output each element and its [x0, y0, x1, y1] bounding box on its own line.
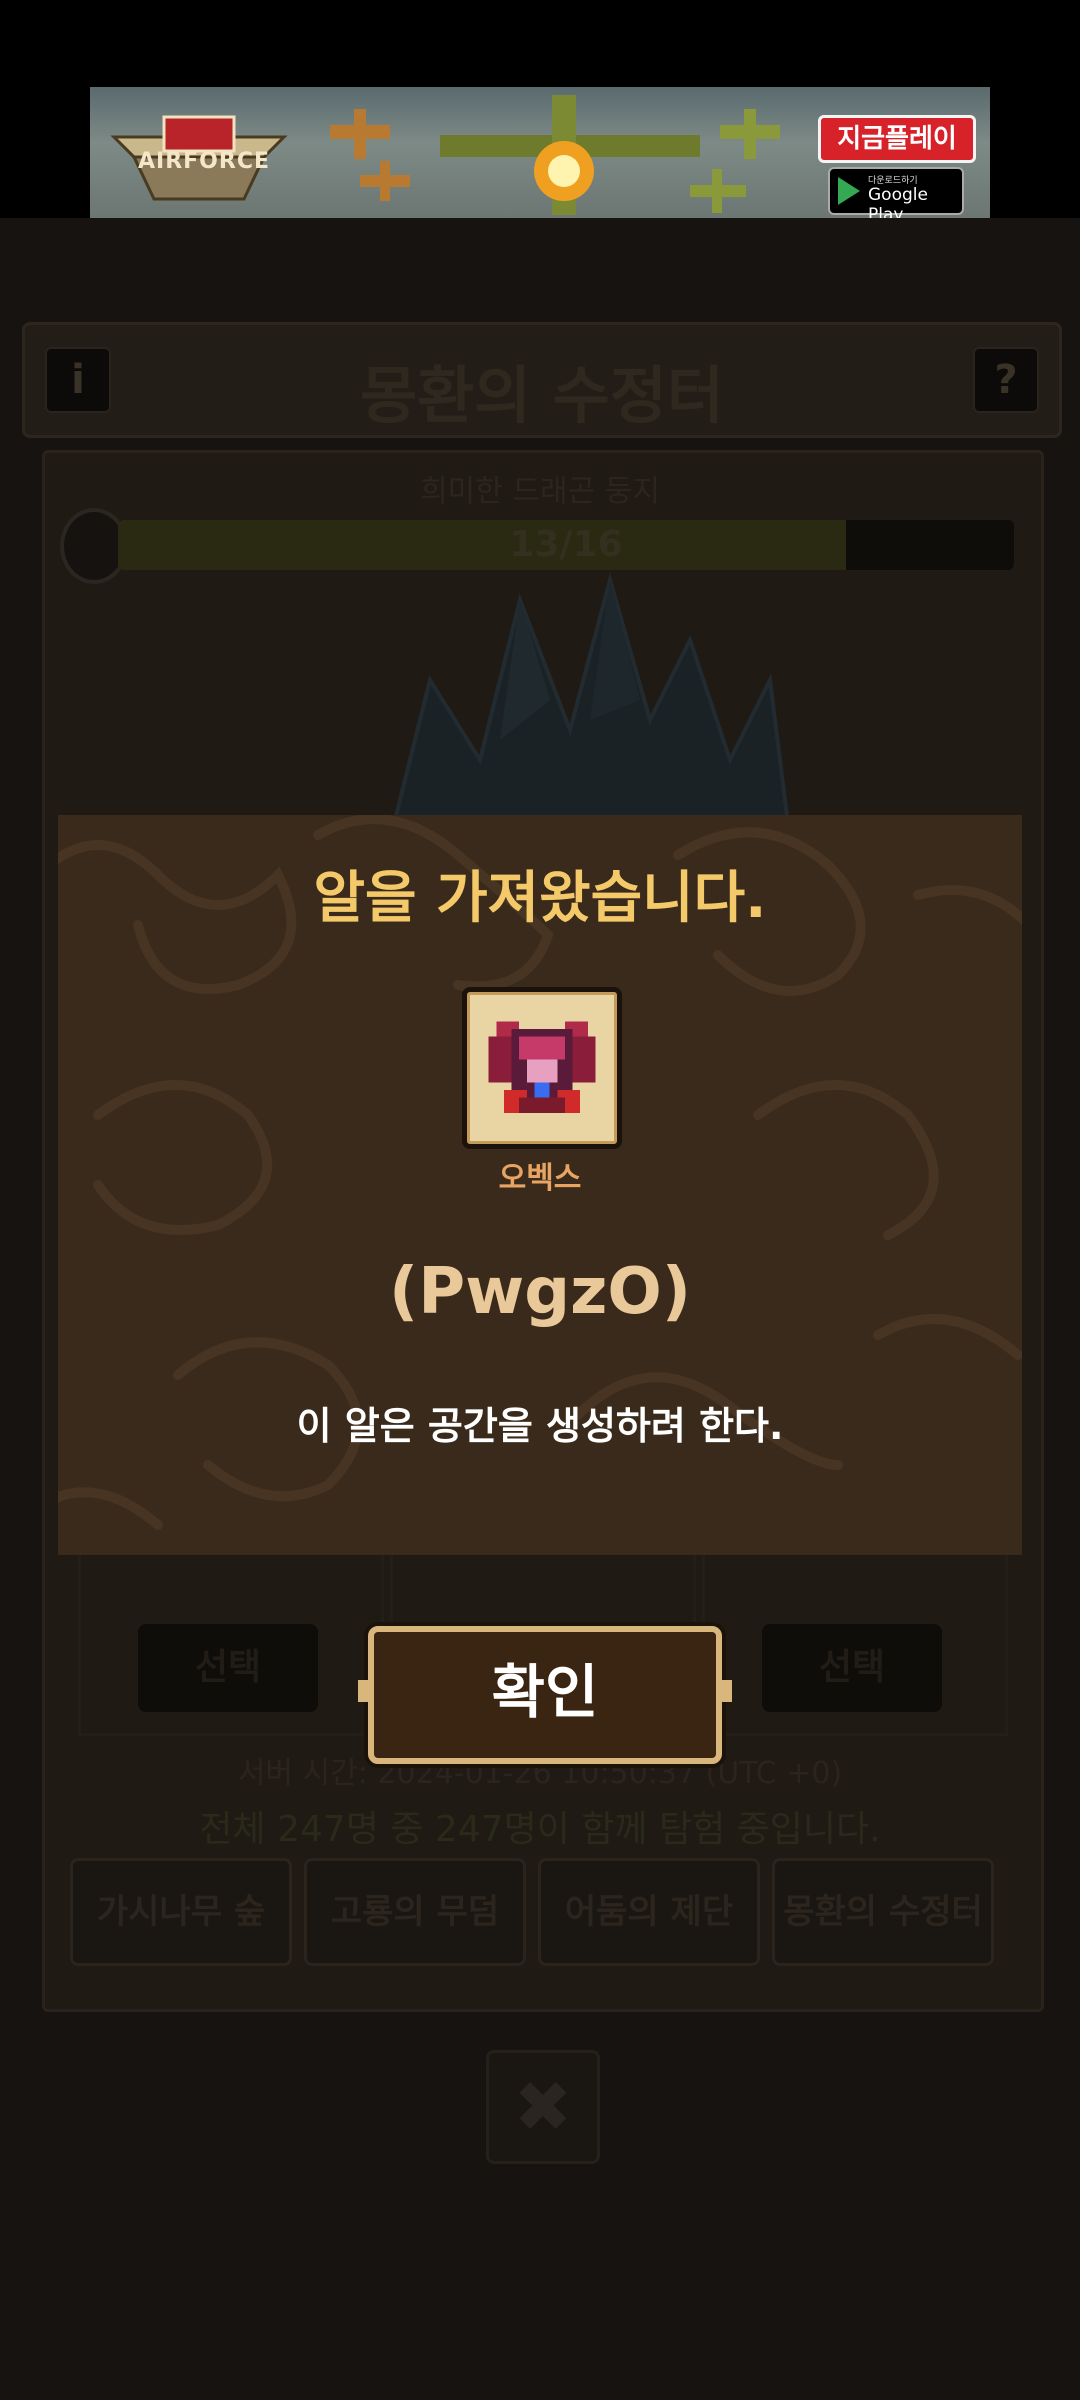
panel-title: 몽환의 수정터: [360, 359, 724, 432]
confirm-button[interactable]: 확인: [358, 1626, 732, 1764]
dragon-egg-icon: [488, 1021, 596, 1113]
player-count: 전체 247명 중 247명이 함께 탐험 중입니다.: [199, 1809, 881, 1850]
select-button-1[interactable]: 선택: [138, 1624, 318, 1712]
nest-label: 희미한 드래곤 둥지: [420, 474, 660, 509]
select-button-3[interactable]: 선택: [762, 1624, 942, 1712]
egg-code: (PwgzO): [389, 1255, 691, 1329]
ad-planes-illustration: [330, 95, 780, 215]
map-tabs: 가시나무 숲 고룡의 무덤 어둠의 제단 몽환의 수정터: [70, 1858, 1010, 1968]
egg-result-modal: 알을 가져왔습니다. 오벡스 (PwgzO) 이 알은 공간을 생성하려 한다.: [58, 815, 1022, 1555]
modal-title: 알을 가져왔습니다.: [313, 866, 767, 931]
egg-card: [462, 987, 622, 1149]
progress-text: 13/16: [509, 524, 623, 565]
tab-dream-crystal[interactable]: 몽환의 수정터: [772, 1858, 994, 1966]
screen: AIRFORCE 지금플레이 다운로드하기 Google Play i 몽환의 …: [0, 0, 1080, 2400]
ad-logo-text: AIRFORCE: [138, 149, 270, 174]
button-left-nub: [358, 1680, 372, 1702]
tab-thorn-forest[interactable]: 가시나무 숲: [70, 1858, 292, 1966]
ad-play-now-button[interactable]: 지금플레이: [818, 115, 976, 163]
egg-name: 오벡스: [498, 1161, 582, 1196]
button-right-nub: [718, 1680, 732, 1702]
ad-banner[interactable]: AIRFORCE 지금플레이 다운로드하기 Google Play: [90, 87, 990, 227]
tab-dragon-tomb[interactable]: 고룡의 무덤: [304, 1858, 526, 1966]
google-play-icon: [838, 177, 860, 205]
help-button[interactable]: ?: [973, 347, 1039, 413]
confirm-label: 확인: [491, 1658, 599, 1726]
egg-description: 이 알은 공간을 생성하려 한다.: [296, 1404, 784, 1448]
crystal-illustration: [387, 572, 793, 840]
panel-header: i 몽환의 수정터 ?: [22, 322, 1062, 438]
tab-dark-altar[interactable]: 어둠의 제단: [538, 1858, 760, 1966]
google-play-badge[interactable]: 다운로드하기 Google Play: [828, 167, 964, 225]
close-button[interactable]: ✖: [486, 2050, 600, 2164]
